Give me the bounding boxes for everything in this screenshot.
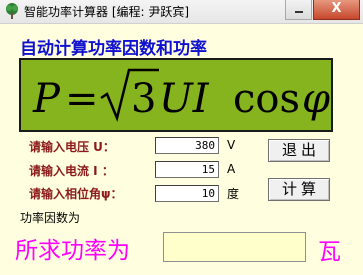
voltage-unit: V (227, 138, 236, 152)
formula-phi: φ (302, 76, 330, 122)
phase-angle-input[interactable]: 10 (155, 185, 219, 202)
minimize-icon (295, 11, 303, 13)
phase-angle-label: 请输入相位角ψ： (29, 187, 123, 201)
formula-cos: cos (233, 76, 300, 122)
voltage-label: 请输入电压 U： (29, 140, 115, 154)
window-title: 智能功率计算器 [编程: 尹跃宾] (24, 5, 190, 19)
power-output-box (163, 232, 306, 262)
power-unit: 瓦 (318, 239, 341, 265)
phase-angle-unit: 度 (227, 187, 240, 201)
exit-button[interactable]: 退出 (268, 139, 330, 162)
current-unit: A (227, 162, 236, 176)
app-tree-icon (6, 3, 18, 19)
formula-equals: = (65, 76, 99, 122)
power-label: 所求功率为 (15, 238, 130, 264)
formula-ui: UI (159, 76, 210, 122)
voltage-input[interactable]: 380 (155, 137, 219, 154)
power-factor-label: 功率因数为 (20, 211, 81, 225)
formula-three: 3 (131, 76, 156, 122)
formula-p: P (32, 76, 61, 122)
close-button[interactable]: X (313, 0, 360, 20)
formula-image: P = 3 UI cos φ (19, 58, 333, 132)
current-input[interactable]: 15 (155, 161, 219, 178)
title-bar[interactable]: 智能功率计算器 [编程: 尹跃宾] X (0, 0, 363, 24)
calculate-button[interactable]: 计算 (268, 178, 330, 201)
current-label: 请输入电流 I ： (29, 164, 114, 178)
page-title: 自动计算功率因数和功率 (20, 39, 207, 59)
minimize-button[interactable] (285, 0, 312, 20)
